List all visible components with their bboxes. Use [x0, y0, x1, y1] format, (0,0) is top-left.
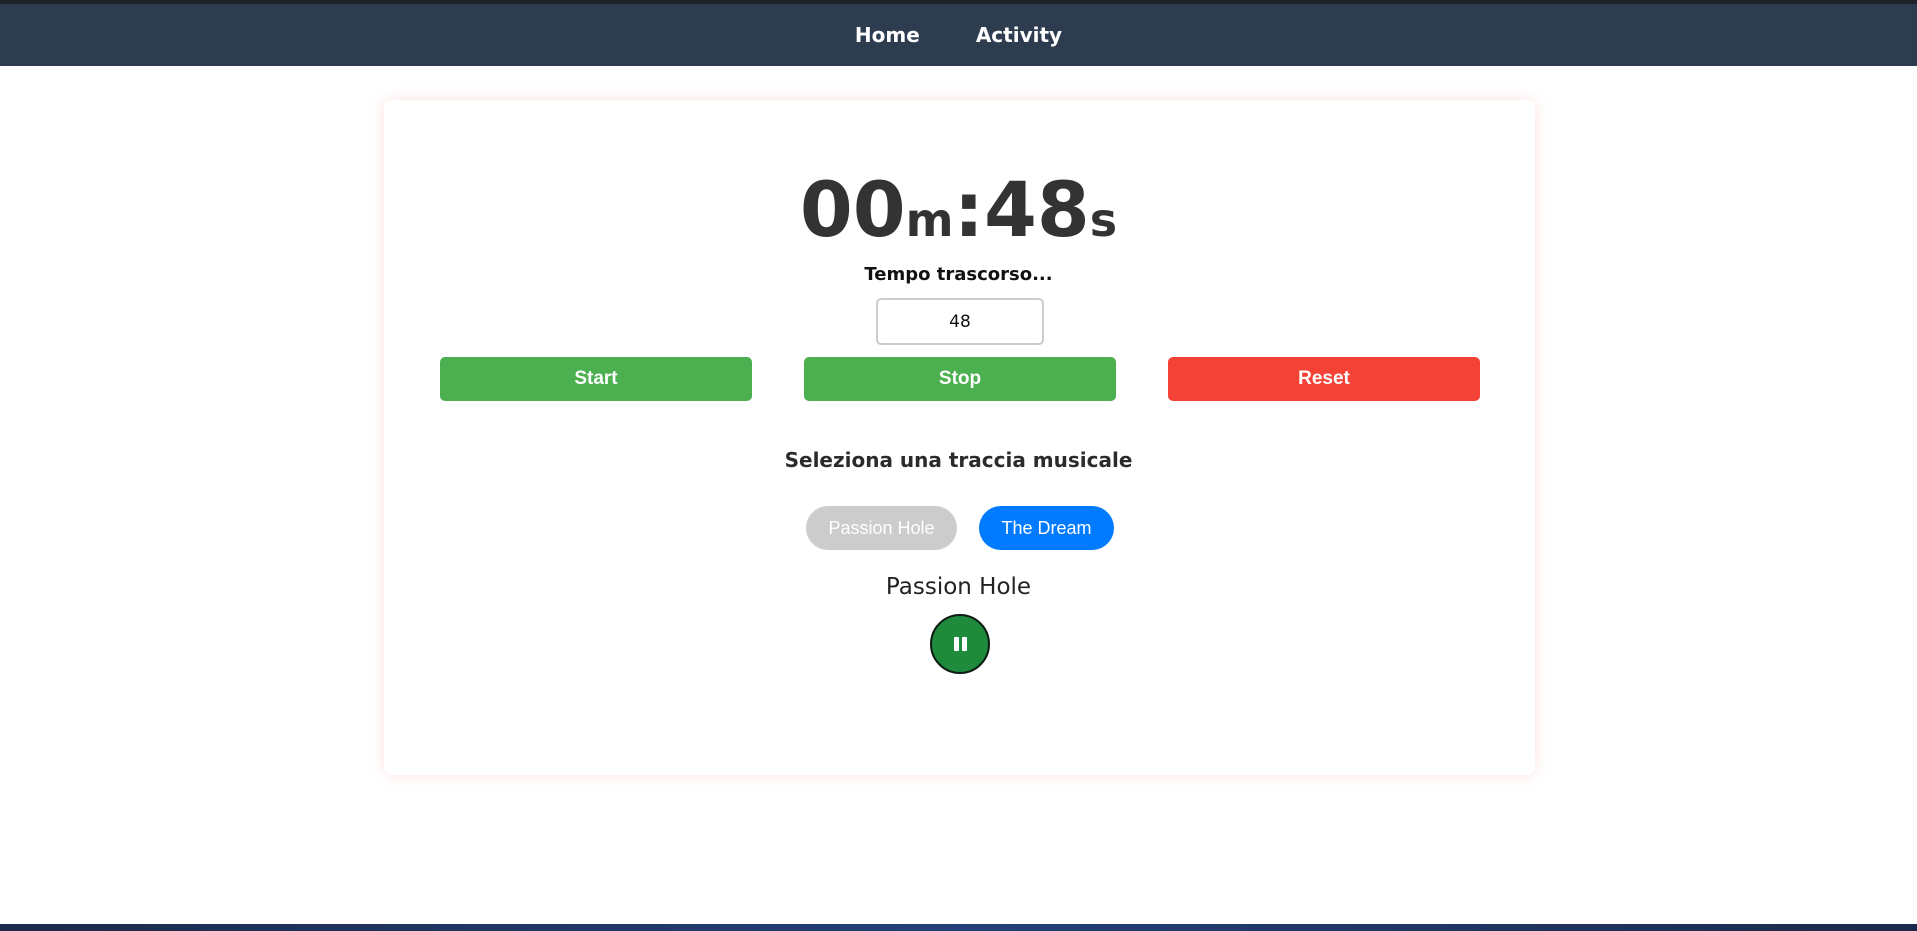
- elapsed-status-label: Tempo trascorso...: [864, 264, 1053, 285]
- now-playing-title: Passion Hole: [885, 574, 1032, 600]
- track-select-heading: Seleziona una traccia musicale: [784, 448, 1133, 472]
- top-navbar: Home Activity: [0, 4, 1917, 66]
- reset-button[interactable]: Reset: [1168, 357, 1480, 401]
- stop-button[interactable]: Stop: [804, 357, 1116, 401]
- timer-minutes: 00: [799, 165, 906, 254]
- timer-minutes-unit: m: [905, 193, 954, 247]
- play-pause-button[interactable]: [930, 614, 990, 674]
- timer-seconds-unit: s: [1089, 193, 1118, 247]
- seconds-input[interactable]: [876, 298, 1044, 345]
- track-button-passion-hole[interactable]: Passion Hole: [806, 506, 957, 550]
- track-button-the-dream[interactable]: The Dream: [979, 506, 1114, 550]
- nav-link-activity[interactable]: Activity: [976, 23, 1062, 47]
- os-taskbar-edge: [0, 924, 1917, 931]
- start-button[interactable]: Start: [440, 357, 752, 401]
- pause-icon: [953, 637, 967, 651]
- nav-link-home[interactable]: Home: [855, 23, 920, 47]
- timer-seconds: 48: [983, 165, 1090, 254]
- timer-display: 00m:48s: [0, 165, 1917, 265]
- timer-separator: :: [953, 165, 984, 254]
